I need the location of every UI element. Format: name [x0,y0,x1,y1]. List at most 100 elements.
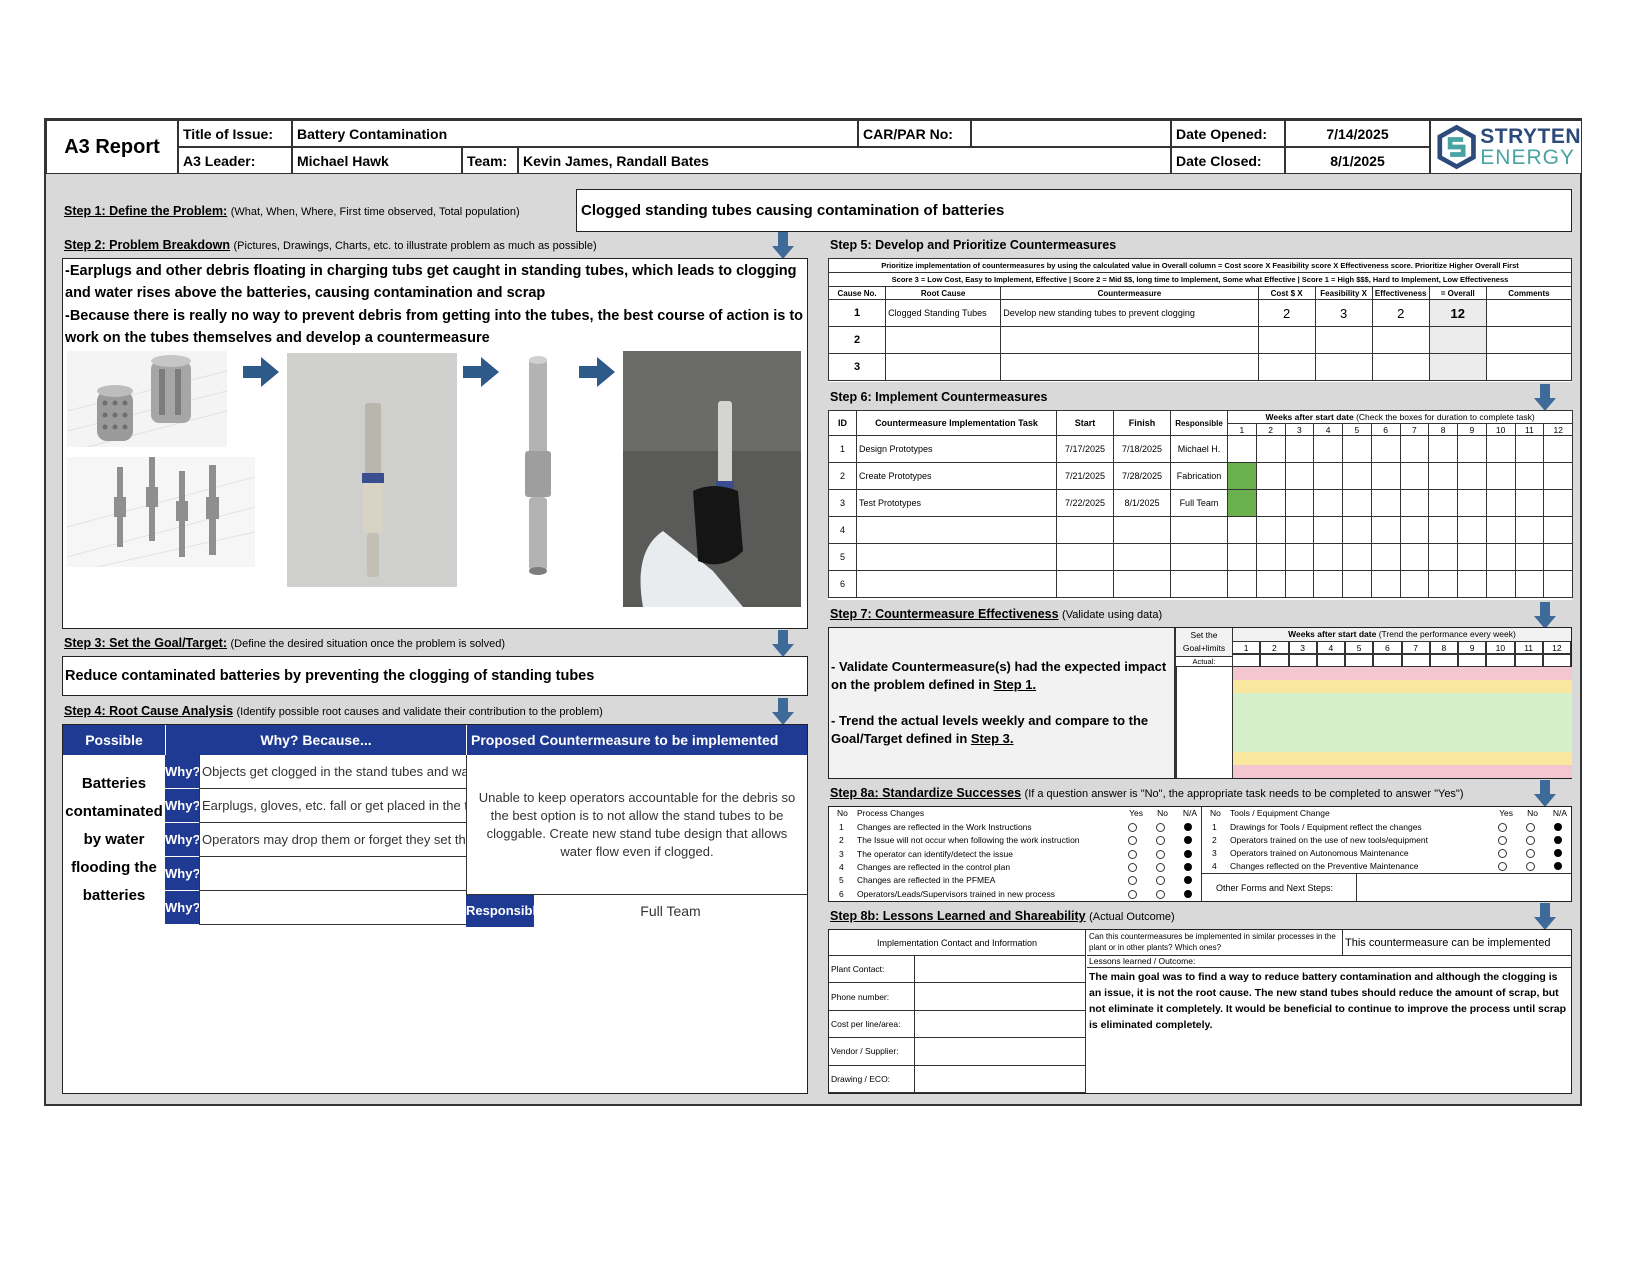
s6-week-cell[interactable] [1428,570,1458,598]
yes-radio-icon[interactable] [1498,862,1507,871]
no-radio-icon[interactable] [1156,836,1165,846]
s6-week-cell[interactable] [1399,462,1430,490]
s6-week-cell[interactable] [1399,489,1430,517]
na-radio-selected-icon[interactable] [1554,823,1562,831]
s6-week-cell[interactable] [1543,462,1574,490]
yes-radio-icon[interactable] [1498,823,1507,832]
s6-week-cell[interactable] [1284,435,1315,463]
s6-week-cell[interactable] [1370,489,1401,517]
s6-week-cell[interactable] [1342,435,1372,463]
s6-week-cell[interactable] [1227,543,1257,571]
na-radio-selected-icon[interactable] [1184,836,1192,845]
contact-field[interactable] [915,1011,1086,1039]
s6-week-cell[interactable] [1342,516,1372,544]
s6-week-cell[interactable] [1514,543,1545,571]
s7-actual-cell[interactable] [1316,654,1345,667]
s6-week-cell[interactable] [1313,435,1343,463]
s6-week-cell[interactable] [1370,435,1401,463]
s6-week-cell[interactable] [1284,489,1315,517]
s6-week-cell[interactable] [1255,435,1286,463]
s6-week-cell[interactable] [1255,489,1286,517]
s6-week-cell[interactable] [1313,543,1343,571]
no-radio-icon[interactable] [1526,823,1535,832]
no-radio-icon[interactable] [1156,889,1165,899]
s7-actual-cell[interactable] [1429,654,1458,667]
s6-week-cell[interactable] [1514,516,1545,544]
s6-week-cell[interactable] [1485,435,1516,463]
yes-radio-icon[interactable] [1128,889,1137,899]
s6-week-cell[interactable] [1428,435,1458,463]
contact-field[interactable] [915,956,1086,984]
yes-radio-icon[interactable] [1128,836,1137,846]
s6-week-cell[interactable] [1284,543,1315,571]
contact-field[interactable] [915,1066,1086,1093]
yes-radio-icon[interactable] [1128,876,1137,886]
s6-week-cell[interactable] [1428,516,1458,544]
s7-actual-cell[interactable] [1486,654,1515,667]
s6-week-cell[interactable] [1543,543,1574,571]
na-radio-selected-icon[interactable] [1184,862,1192,871]
no-radio-icon[interactable] [1156,849,1165,859]
s6-week-cell[interactable] [1457,462,1487,490]
s6-week-cell[interactable] [1399,543,1430,571]
yes-radio-icon[interactable] [1128,823,1137,832]
s7-actual-cell[interactable] [1232,654,1261,667]
s6-week-cell[interactable] [1284,516,1315,544]
s7-actual-cell[interactable] [1288,654,1317,667]
s6-week-cell[interactable] [1255,516,1286,544]
no-radio-icon[interactable] [1156,823,1165,832]
s6-week-cell[interactable] [1457,543,1487,571]
no-radio-icon[interactable] [1526,862,1535,871]
na-radio-selected-icon[interactable] [1554,862,1562,870]
no-radio-icon[interactable] [1156,862,1165,872]
s7-actual-cell[interactable] [1373,654,1402,667]
na-radio-selected-icon[interactable] [1184,823,1192,831]
s6-week-cell[interactable] [1227,435,1257,463]
s7-actual-cell[interactable] [1514,654,1543,667]
s6-week-cell[interactable] [1428,489,1458,517]
other-forms-field[interactable] [1356,874,1571,901]
s6-week-cell[interactable] [1543,516,1574,544]
s6-week-cell[interactable] [1370,543,1401,571]
s6-week-cell[interactable] [1457,570,1487,598]
s6-week-cell[interactable] [1370,516,1401,544]
s6-week-cell[interactable] [1313,516,1343,544]
s6-week-cell[interactable] [1428,543,1458,571]
contact-field[interactable] [915,983,1086,1011]
s6-week-cell[interactable] [1342,462,1372,490]
contact-field[interactable] [915,1038,1086,1066]
s6-week-cell[interactable] [1428,462,1458,490]
s6-week-cell[interactable] [1342,570,1372,598]
s6-week-cell[interactable] [1543,489,1574,517]
s6-week-cell[interactable] [1485,489,1516,517]
s6-week-cell[interactable] [1255,462,1286,490]
s6-week-cell[interactable] [1485,462,1516,490]
s6-week-cell[interactable] [1457,489,1487,517]
s6-week-cell[interactable] [1514,435,1545,463]
s6-week-cell[interactable] [1399,570,1430,598]
yes-radio-icon[interactable] [1498,849,1507,858]
s7-actual-cell[interactable] [1458,654,1487,667]
yes-radio-icon[interactable] [1128,849,1137,859]
s6-week-cell[interactable] [1255,543,1286,571]
s6-week-cell[interactable] [1255,570,1286,598]
s6-week-cell[interactable] [1457,435,1487,463]
s6-week-cell[interactable] [1514,489,1545,517]
s6-week-cell[interactable] [1227,516,1257,544]
s6-week-cell[interactable] [1342,489,1372,517]
s6-week-cell[interactable] [1342,543,1372,571]
yes-radio-icon[interactable] [1128,862,1137,872]
s6-week-cell[interactable] [1514,570,1545,598]
s6-week-cell[interactable] [1227,570,1257,598]
s6-week-cell[interactable] [1370,570,1401,598]
na-radio-selected-icon[interactable] [1184,876,1192,885]
s6-week-cell[interactable] [1543,435,1574,463]
s6-week-cell[interactable] [1514,462,1545,490]
s6-week-cell[interactable] [1284,462,1315,490]
s6-week-cell[interactable] [1370,462,1401,490]
s6-week-cell[interactable] [1485,516,1516,544]
s6-week-cell[interactable] [1485,543,1516,571]
s6-week-cell[interactable] [1543,570,1574,598]
na-radio-selected-icon[interactable] [1554,849,1562,857]
na-radio-selected-icon[interactable] [1554,836,1562,844]
